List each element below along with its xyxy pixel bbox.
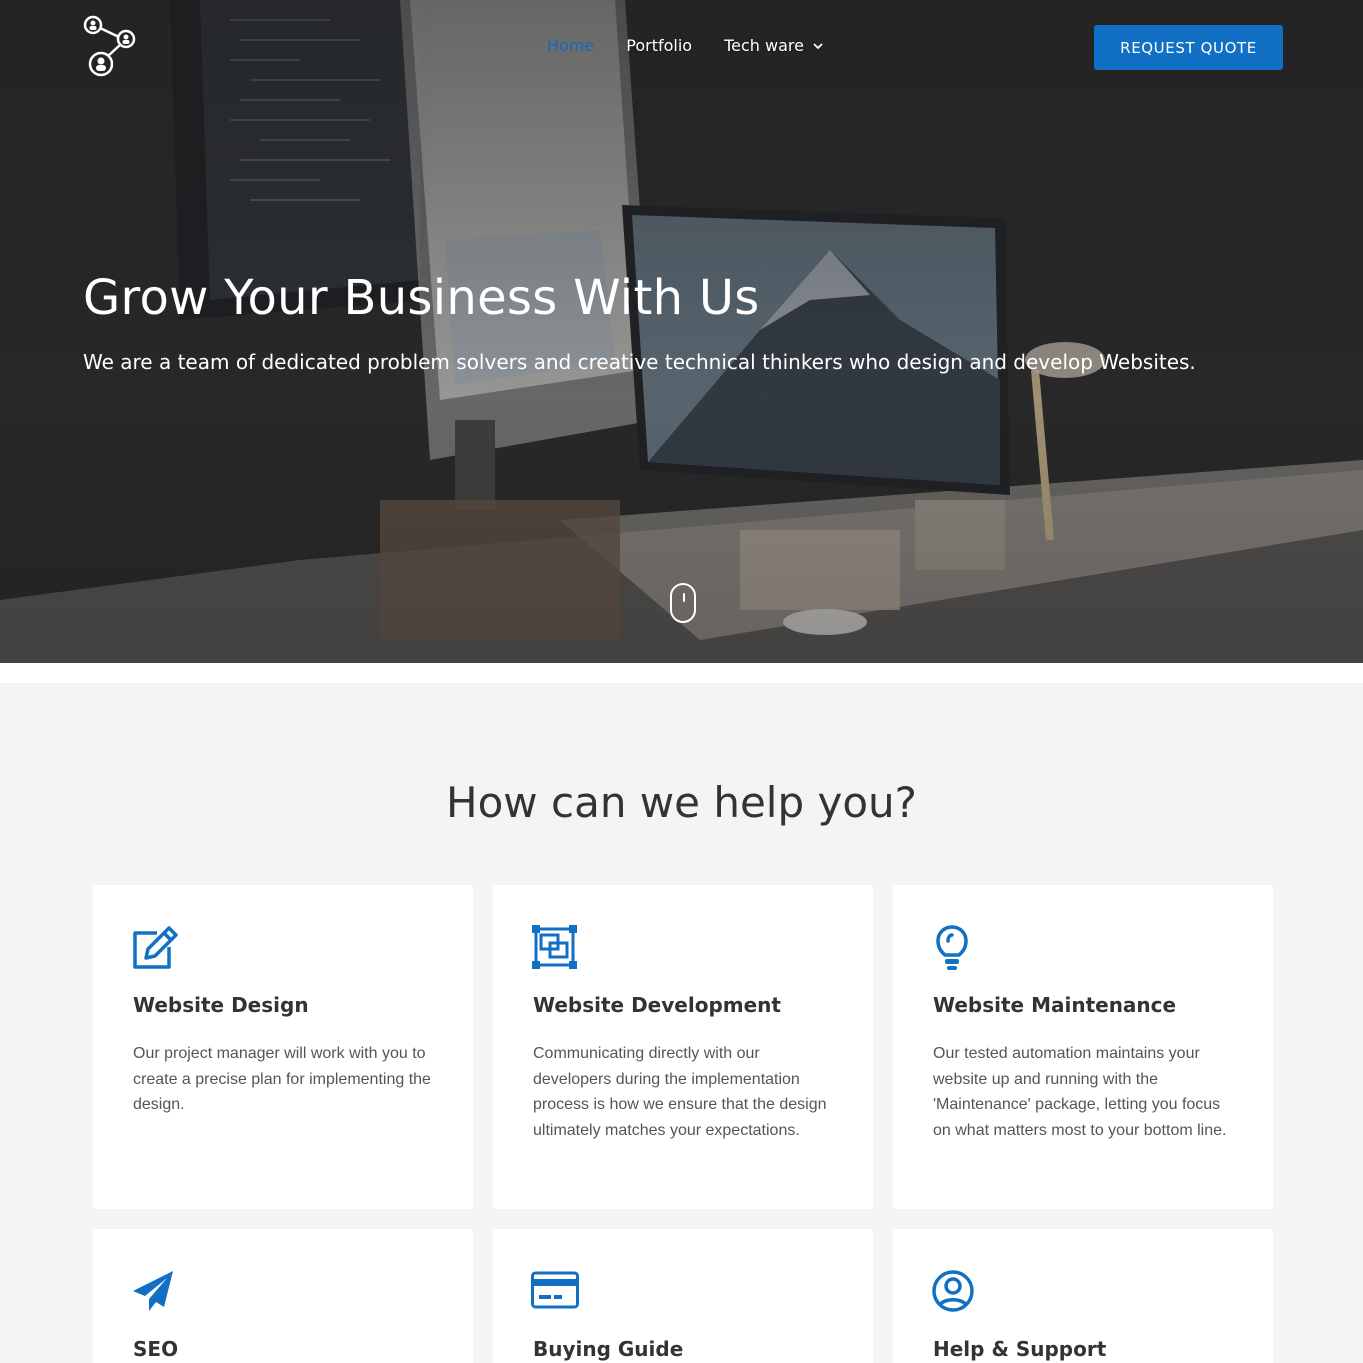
lightbulb-icon — [936, 925, 968, 970]
request-quote-button[interactable]: REQUEST QUOTE — [1094, 25, 1283, 70]
nav-tech-ware[interactable]: Tech ware — [724, 36, 824, 55]
hero-section: Home Portfolio Tech ware REQUEST QUOTE G… — [0, 0, 1363, 663]
nav-portfolio[interactable]: Portfolio — [626, 36, 692, 55]
chevron-down-icon — [813, 42, 823, 49]
service-title: Website Design — [133, 993, 309, 1017]
section-divider — [0, 663, 1363, 683]
nav-home[interactable]: Home — [547, 36, 594, 55]
service-title: Help & Support — [933, 1337, 1107, 1361]
credit-card-icon — [531, 1271, 579, 1309]
service-card-website-design: Website Design Our project manager will … — [93, 885, 473, 1209]
service-text: Communicating directly with our develope… — [533, 1045, 827, 1139]
service-text: Our tested automation maintains your web… — [933, 1045, 1227, 1139]
edit-icon — [133, 926, 178, 969]
service-title: Buying Guide — [533, 1337, 684, 1361]
hero-dark-overlay — [0, 0, 1363, 663]
layers-icon — [532, 925, 577, 969]
user-circle-icon — [932, 1270, 974, 1312]
service-card-website-maintenance: Website Maintenance Our tested automatio… — [893, 885, 1273, 1209]
hero-title: Grow Your Business With Us — [83, 270, 760, 326]
service-text: Our project manager will work with you t… — [133, 1045, 431, 1113]
network-people-icon[interactable] — [82, 14, 140, 80]
service-card-website-development: Website Development Communicating direct… — [493, 885, 873, 1209]
paper-plane-icon — [133, 1271, 173, 1311]
service-title: SEO — [133, 1337, 179, 1361]
service-title: Website Development — [533, 993, 781, 1017]
service-card-buying-guide: Buying Guide — [493, 1229, 873, 1363]
service-card-help-support: Help & Support — [893, 1229, 1273, 1363]
main-nav: Home Portfolio Tech ware — [547, 36, 856, 55]
mouse-scroll-icon[interactable] — [670, 583, 696, 623]
nav-tech-ware-label: Tech ware — [724, 36, 804, 55]
hero-subtitle: We are a team of dedicated problem solve… — [83, 350, 1196, 374]
services-title: How can we help you? — [446, 778, 917, 827]
service-card-seo: SEO — [93, 1229, 473, 1363]
service-title: Website Maintenance — [933, 993, 1177, 1017]
